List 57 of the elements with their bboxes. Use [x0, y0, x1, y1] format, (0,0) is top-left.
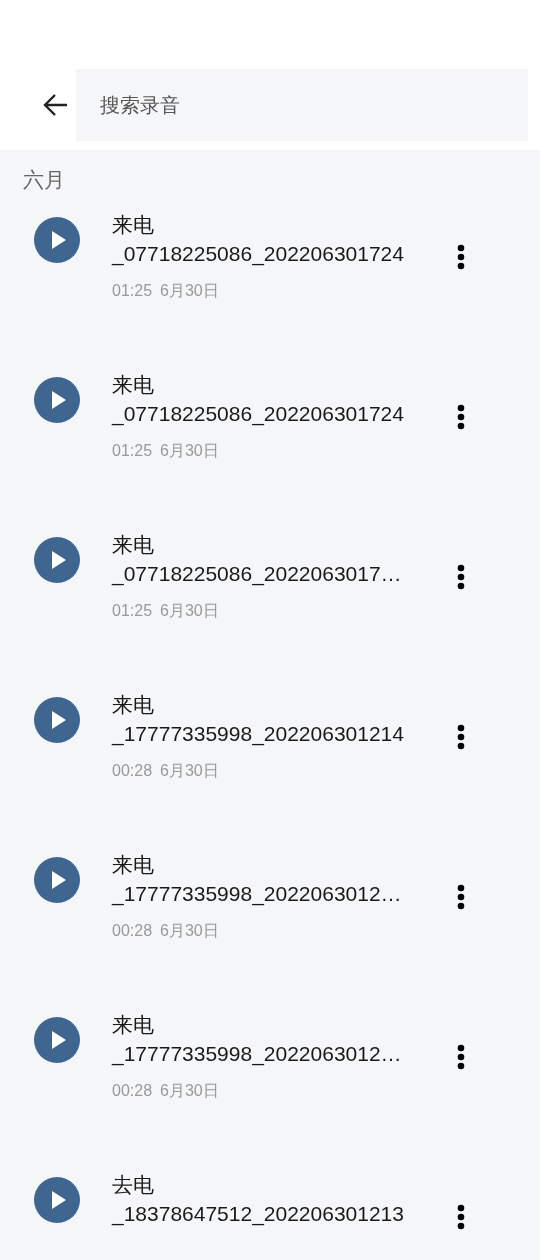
- play-button[interactable]: [34, 1017, 80, 1063]
- call-type: 来电: [112, 372, 154, 398]
- more-icon: [457, 404, 465, 430]
- more-icon: [457, 884, 465, 910]
- more-options-button[interactable]: [457, 1204, 465, 1230]
- date: 6月30日: [160, 1081, 219, 1101]
- more-options-button[interactable]: [457, 724, 465, 750]
- more-icon: [457, 724, 465, 750]
- date: 6月30日: [160, 601, 219, 621]
- duration: 01:25: [112, 281, 153, 301]
- play-button[interactable]: [34, 377, 80, 423]
- date: 6月30日: [160, 441, 219, 461]
- more-icon: [457, 564, 465, 590]
- play-icon: [51, 230, 67, 250]
- play-icon: [51, 1190, 67, 1210]
- recording-name: _07718225086_2022063017…: [112, 561, 402, 588]
- call-type: 来电: [112, 212, 154, 238]
- recording-name: _07718225086_202206301724: [112, 401, 404, 428]
- recording-name: _17777335998_2022063012…: [112, 881, 402, 908]
- play-icon: [51, 870, 67, 890]
- play-icon: [51, 1030, 67, 1050]
- more-options-button[interactable]: [457, 1044, 465, 1070]
- recording-name: _18378647512_202206301213: [112, 1201, 404, 1228]
- play-button[interactable]: [34, 537, 80, 583]
- more-options-button[interactable]: [457, 564, 465, 590]
- play-icon: [51, 550, 67, 570]
- date: 6月30日: [160, 921, 219, 941]
- play-icon: [51, 710, 67, 730]
- recording-name: _17777335998_2022063012…: [112, 1041, 402, 1068]
- search-field[interactable]: 搜索录音: [76, 69, 528, 141]
- call-type: 来电: [112, 692, 154, 718]
- date: 6月30日: [160, 281, 219, 301]
- call-type: 来电: [112, 532, 154, 558]
- more-options-button[interactable]: [457, 244, 465, 270]
- more-icon: [457, 244, 465, 270]
- date: 6月30日: [160, 761, 219, 781]
- duration: 00:28: [112, 1081, 153, 1101]
- play-button[interactable]: [34, 857, 80, 903]
- more-options-button[interactable]: [457, 404, 465, 430]
- more-icon: [457, 1204, 465, 1230]
- section-header: 六月: [22, 167, 65, 193]
- play-button[interactable]: [34, 217, 80, 263]
- play-button[interactable]: [34, 1177, 80, 1223]
- play-button[interactable]: [34, 697, 80, 743]
- call-type: 来电: [112, 1012, 154, 1038]
- more-options-button[interactable]: [457, 884, 465, 910]
- duration: 01:25: [112, 601, 153, 621]
- play-icon: [51, 390, 67, 410]
- duration: 00:28: [112, 761, 153, 781]
- more-icon: [457, 1044, 465, 1070]
- duration: 01:25: [112, 441, 153, 461]
- recording-name: _17777335998_202206301214: [112, 721, 404, 748]
- recording-name: _07718225086_202206301724: [112, 241, 404, 268]
- duration: 00:28: [112, 921, 153, 941]
- back-arrow-icon: [42, 93, 68, 117]
- call-type: 来电: [112, 852, 154, 878]
- call-type: 去电: [112, 1172, 154, 1198]
